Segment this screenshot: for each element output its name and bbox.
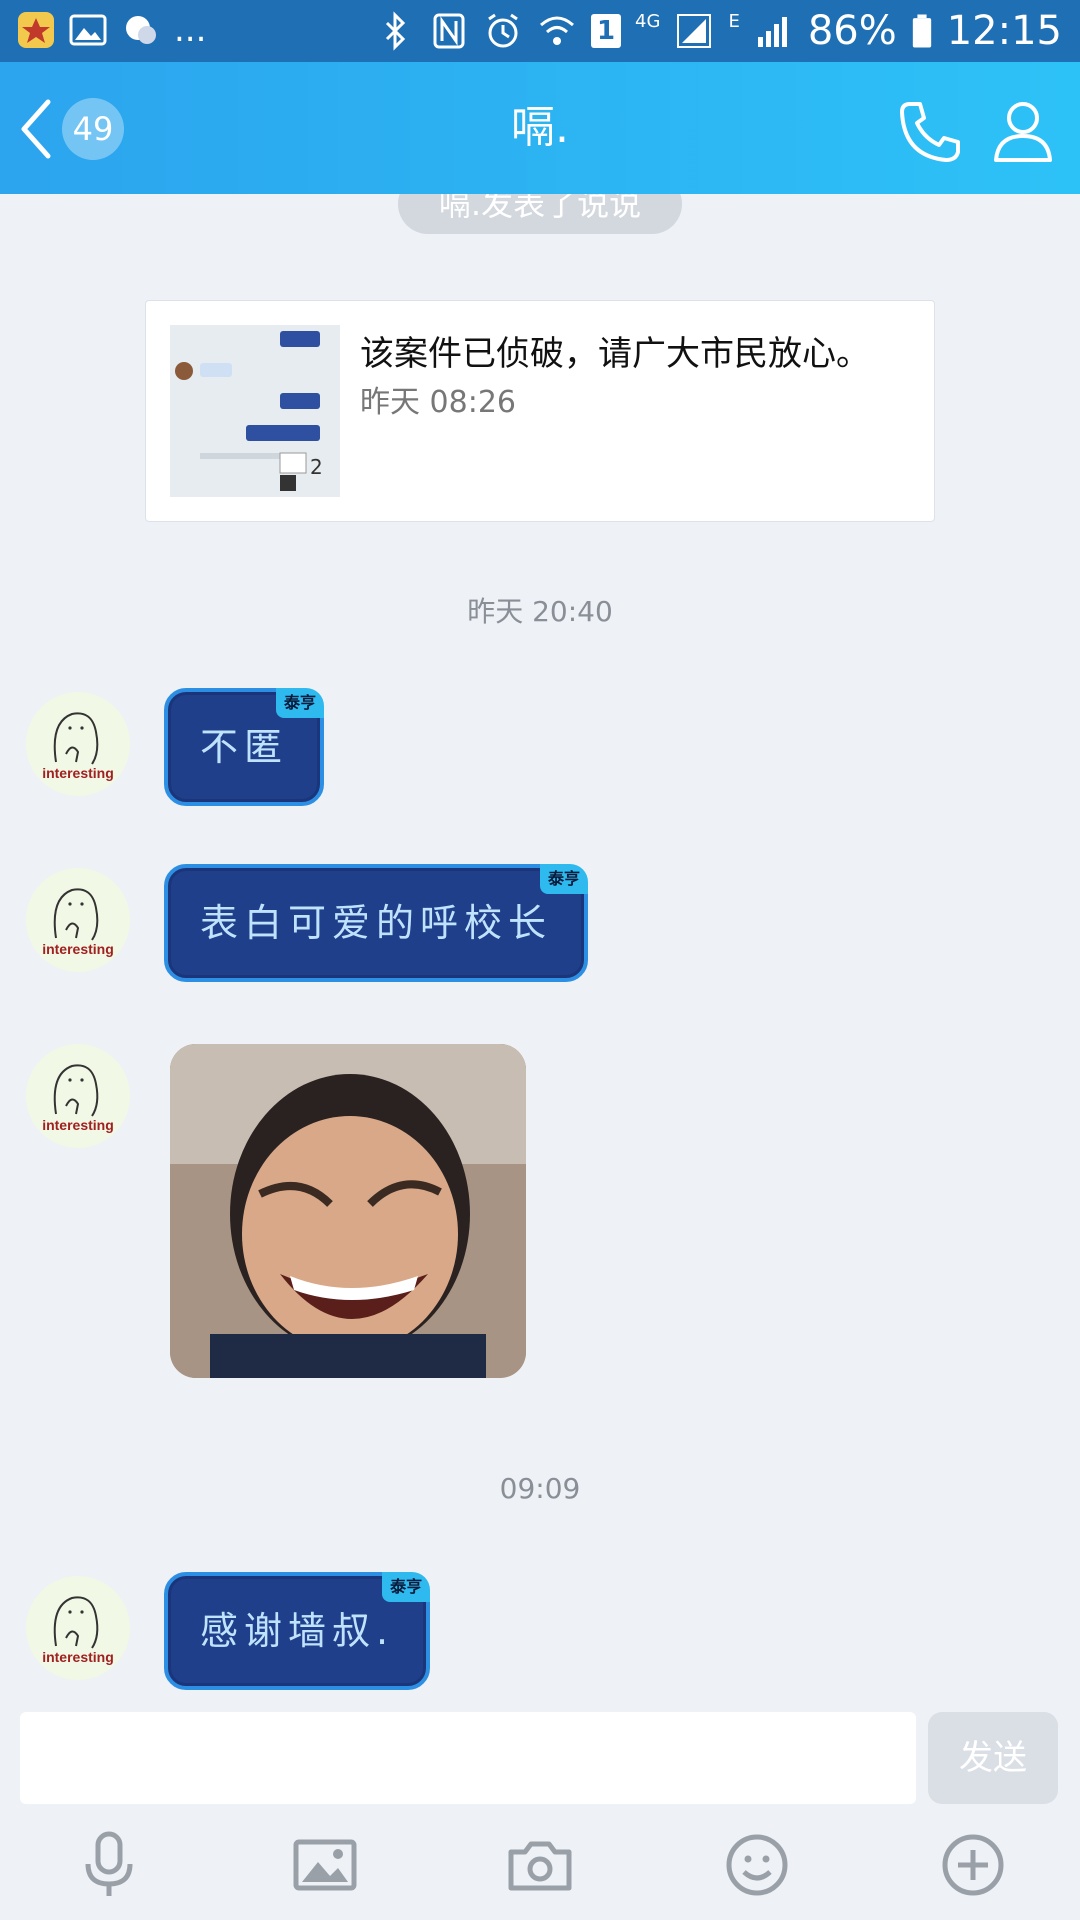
message-input[interactable]: [20, 1712, 916, 1804]
gallery-button[interactable]: [290, 1830, 360, 1900]
nfc-icon: [433, 13, 465, 49]
message-bubble[interactable]: 不匿 泰亨: [164, 688, 325, 806]
send-button[interactable]: 发送: [928, 1712, 1058, 1804]
person-icon: [994, 102, 1052, 162]
voice-button[interactable]: [74, 1830, 144, 1900]
bluetooth-icon: [385, 11, 406, 51]
avatar-text: interesting: [42, 1649, 114, 1665]
signal-icon: [677, 14, 712, 48]
system-notice: 嗝.发表了说说: [398, 194, 682, 234]
avatar[interactable]: interesting: [26, 1044, 130, 1148]
avatar-text: interesting: [42, 1117, 114, 1133]
network-type-2: E: [728, 11, 740, 32]
weather-icon: [120, 10, 160, 50]
status-bar: ... 1 4G E 86% 12:15: [0, 0, 1080, 62]
avatar-illustration-icon: interesting: [26, 1044, 130, 1148]
message-text: 表白可爱的呼校长: [200, 901, 553, 945]
image-message[interactable]: [170, 1044, 526, 1378]
shared-post-text: 该案件已侦破，请广大市民放心。: [360, 334, 870, 374]
bubble-tag: 泰亨: [382, 1572, 431, 1602]
message-bubble[interactable]: 感谢墙叔. 泰亨: [164, 1572, 431, 1690]
camera-button[interactable]: [505, 1830, 575, 1900]
message-text: 感谢墙叔.: [200, 1609, 395, 1653]
alarm-icon: [488, 13, 518, 48]
camera-icon: [508, 1841, 572, 1891]
avatar-text: interesting: [42, 765, 114, 781]
input-bar: 发送: [0, 1710, 1080, 1920]
avatar[interactable]: interesting: [26, 1576, 130, 1680]
bubble-tag: 泰亨: [540, 864, 589, 894]
microphone-icon: [85, 1831, 133, 1896]
shared-post-time: 昨天 08:26: [360, 385, 516, 420]
notification-more: ...: [174, 10, 207, 50]
shared-post-card[interactable]: 2 该案件已侦破，请广大市民放心。 昨天 08:26: [145, 300, 935, 522]
avatar-text: interesting: [42, 941, 114, 957]
app-star-icon: [16, 10, 56, 50]
profile-button[interactable]: [990, 98, 1056, 164]
network-type: 4G: [635, 11, 661, 32]
avatar[interactable]: interesting: [26, 868, 130, 972]
avatar-illustration-icon: interesting: [26, 1576, 130, 1680]
more-button[interactable]: [938, 1830, 1008, 1900]
plus-icon: [942, 1834, 1004, 1896]
shared-post-thumbnail[interactable]: 2: [170, 325, 340, 497]
message-bubble[interactable]: 表白可爱的呼校长 泰亨: [164, 864, 589, 982]
emoji-button[interactable]: [722, 1830, 792, 1900]
timestamp: 昨天 20:40: [467, 595, 613, 628]
meme-image: [170, 1044, 526, 1378]
avatar-illustration-icon: interesting: [26, 868, 130, 972]
avatar-illustration-icon: interesting: [26, 692, 130, 796]
signal-icon-2: [757, 17, 787, 47]
wifi-icon: [540, 16, 575, 45]
image-icon: [293, 1839, 357, 1891]
timestamp: 09:09: [499, 1472, 581, 1505]
clock: 12:15: [946, 8, 1062, 54]
sim-slot-badge: 1: [591, 14, 622, 48]
emoji-icon: [726, 1834, 788, 1896]
battery-percent: 86%: [807, 8, 897, 54]
gallery-icon: [68, 10, 108, 50]
battery-icon: [912, 14, 931, 48]
message-text: 不匿: [200, 725, 289, 769]
image-count: 2: [310, 455, 323, 479]
bubble-tag: 泰亨: [276, 688, 325, 718]
chat-messages[interactable]: 嗝.发表了说说 2 该案件已侦破，请广大市民放心。 昨天 08:26 昨天 20…: [0, 194, 1080, 1710]
phone-icon: [900, 102, 960, 162]
chat-header: 49 嗝.: [0, 62, 1080, 194]
input-toolbar: [0, 1830, 1080, 1920]
avatar[interactable]: interesting: [26, 692, 130, 796]
call-button[interactable]: [896, 98, 964, 164]
